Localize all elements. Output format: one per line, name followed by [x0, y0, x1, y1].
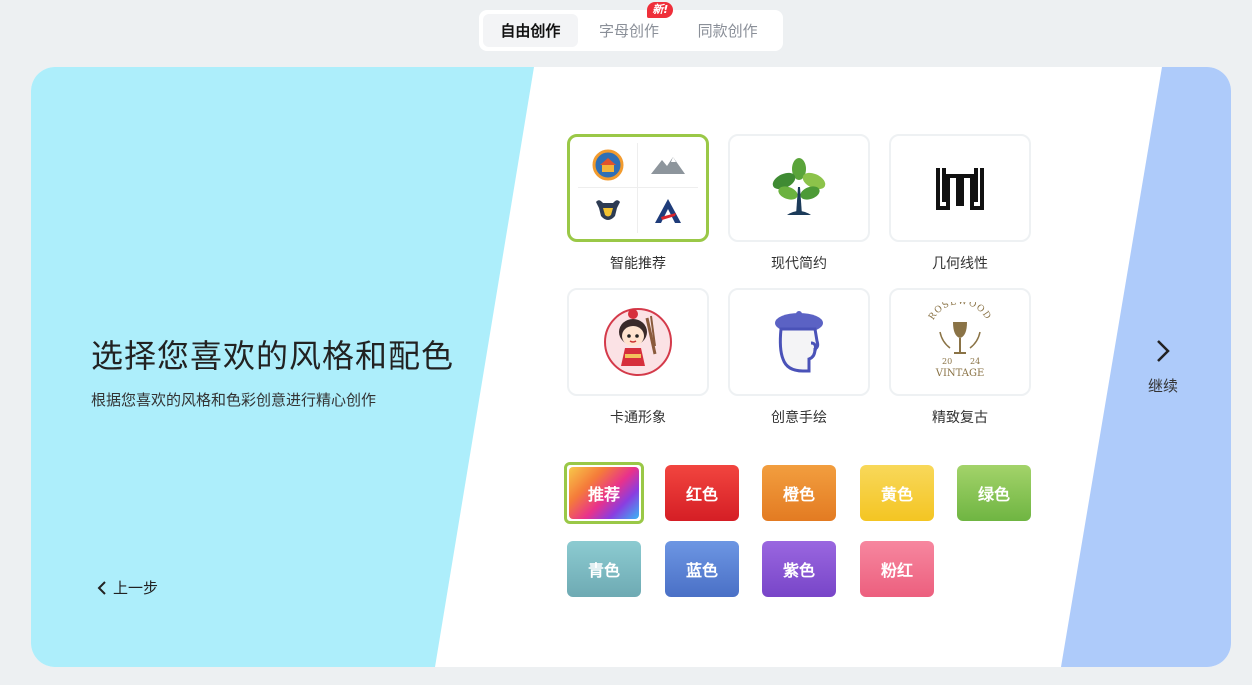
color-option-pink[interactable]: 粉红	[860, 541, 934, 597]
color-option-green[interactable]: 绿色	[957, 465, 1031, 521]
tab-same-style-creation[interactable]: 同款创作	[680, 14, 775, 47]
svg-text:VINTAGE: VINTAGE	[935, 368, 985, 379]
chevron-right-icon	[1157, 340, 1170, 362]
recommend-collage-icon	[578, 143, 698, 233]
tab-letter-creation[interactable]: 字母创作 新!	[582, 2, 677, 47]
svg-text:24: 24	[970, 357, 980, 366]
vintage-wine-badge-icon: ROSEWOOD 20 24 VINTAGE	[927, 302, 993, 379]
style-label: 几何线性	[932, 256, 988, 272]
color-option-purple[interactable]: 紫色	[762, 541, 836, 597]
style-option-smart-recommend[interactable]: 智能推荐	[567, 134, 709, 273]
new-badge: 新!	[647, 2, 674, 18]
style-option-modern-minimal[interactable]: 现代简约	[728, 134, 870, 273]
color-option-cyan[interactable]: 青色	[567, 541, 641, 597]
style-option-creative-hand-drawn[interactable]: 创意手绘	[728, 288, 870, 427]
geometric-w-logo-icon	[936, 168, 984, 210]
style-option-geometric-linear[interactable]: 几何线性	[889, 134, 1031, 273]
hand-drawn-face-icon	[775, 311, 823, 373]
svg-text:ROSEWOOD: ROSEWOOD	[927, 302, 993, 322]
letter-a-logo-icon	[655, 198, 681, 223]
prev-step-button[interactable]: 上一步	[97, 577, 158, 598]
mountain-icon	[651, 157, 685, 174]
style-label: 创意手绘	[771, 410, 827, 426]
tab-free-creation[interactable]: 自由创作	[483, 14, 578, 47]
cartoon-girl-icon	[604, 308, 672, 376]
style-option-refined-vintage[interactable]: ROSEWOOD 20 24 VINTAGE 精致复古	[889, 288, 1031, 427]
house-globe-icon	[592, 149, 623, 181]
style-label: 现代简约	[771, 256, 827, 272]
color-option-red[interactable]: 红色	[665, 465, 739, 521]
svg-text:20: 20	[942, 357, 952, 366]
color-option-blue[interactable]: 蓝色	[665, 541, 739, 597]
chevron-left-icon	[97, 580, 106, 595]
style-picker-card: 选择您喜欢的风格和配色 根据您喜欢的风格和色彩创意进行精心创作 上一步 继续 智…	[31, 67, 1231, 667]
style-label: 卡通形象	[610, 410, 666, 426]
color-option-recommend[interactable]: 推荐	[564, 462, 644, 524]
tree-logo-icon	[772, 158, 826, 215]
bull-shield-icon	[595, 199, 620, 220]
style-label: 智能推荐	[610, 256, 666, 272]
mode-tabs: 自由创作 字母创作 新! 同款创作	[479, 2, 783, 51]
color-option-orange[interactable]: 橙色	[762, 465, 836, 521]
page-subtitle: 根据您喜欢的风格和色彩创意进行精心创作	[91, 391, 377, 409]
color-option-yellow[interactable]: 黄色	[860, 465, 934, 521]
page-title: 选择您喜欢的风格和配色	[91, 337, 455, 375]
continue-button[interactable]: 继续	[1131, 339, 1195, 396]
style-option-cartoon-character[interactable]: 卡通形象	[567, 288, 709, 427]
style-label: 精致复古	[932, 410, 988, 426]
